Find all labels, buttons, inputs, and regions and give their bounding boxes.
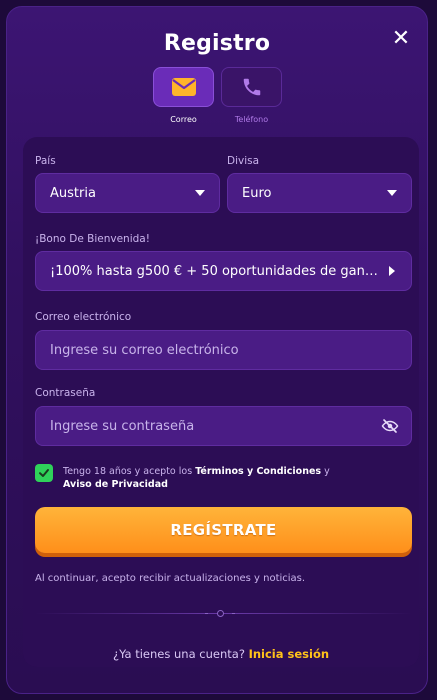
chevron-down-icon bbox=[195, 190, 205, 196]
terms-checkbox[interactable] bbox=[35, 464, 53, 482]
chevron-right-icon bbox=[389, 266, 395, 276]
tab-email[interactable] bbox=[153, 67, 214, 107]
tab-phone-label: Teléfono bbox=[234, 115, 269, 124]
login-question: ¿Ya tienes una cuenta? bbox=[112, 647, 245, 661]
country-select[interactable]: Austria bbox=[35, 173, 220, 213]
checkmark-icon bbox=[39, 469, 49, 477]
password-field[interactable]: Ingrese su contraseña bbox=[35, 406, 412, 446]
register-button[interactable]: REGÍSTRATE bbox=[35, 507, 412, 553]
currency-value: Euro bbox=[242, 185, 272, 201]
bonus-select[interactable]: ¡100% hasta g500 € + 50 oportunidades de… bbox=[35, 251, 412, 291]
currency-label: Divisa bbox=[227, 155, 260, 167]
divider-ornament bbox=[205, 609, 235, 618]
password-label: Contraseña bbox=[35, 387, 96, 399]
email-label: Correo electrónico bbox=[35, 311, 132, 323]
terms-text-before: Tengo 18 años y acepto los bbox=[63, 466, 196, 477]
registration-form: País Austria Divisa Euro ¡Bono De Bienve… bbox=[23, 137, 419, 667]
terms-link[interactable]: Términos y Condiciones bbox=[195, 466, 321, 477]
close-icon[interactable]: ✕ bbox=[391, 28, 411, 50]
tab-email-label: Correo bbox=[170, 115, 197, 124]
registration-modal: Registro ✕ Correo Teléfono País Austria … bbox=[6, 6, 428, 694]
privacy-link[interactable]: Aviso de Privacidad bbox=[63, 479, 168, 490]
updates-notice: Al continuar, acepto recibir actualizaci… bbox=[35, 573, 306, 584]
modal-title: Registro bbox=[163, 31, 271, 56]
phone-icon bbox=[243, 78, 260, 96]
terms-text-middle: y bbox=[321, 466, 330, 477]
login-link[interactable]: Inicia sesión bbox=[249, 647, 329, 661]
email-field[interactable]: Ingrese su correo electrónico bbox=[35, 330, 412, 370]
country-label: País bbox=[35, 155, 56, 167]
country-value: Austria bbox=[50, 185, 96, 201]
login-row: ¿Ya tienes una cuenta? Inicia sesión bbox=[23, 647, 419, 661]
tab-phone[interactable] bbox=[221, 67, 282, 107]
eye-off-icon[interactable] bbox=[381, 417, 399, 435]
bonus-value: ¡100% hasta g500 € + 50 oportunidades de… bbox=[50, 263, 383, 279]
chevron-down-icon bbox=[387, 190, 397, 196]
password-placeholder: Ingrese su contraseña bbox=[50, 418, 195, 434]
bonus-label: ¡Bono De Bienvenida! bbox=[35, 233, 150, 245]
terms-text: Tengo 18 años y acepto los Términos y Co… bbox=[63, 465, 393, 491]
envelope-icon bbox=[171, 78, 196, 96]
email-placeholder: Ingrese su correo electrónico bbox=[50, 342, 239, 358]
currency-select[interactable]: Euro bbox=[227, 173, 412, 213]
method-tabs: Correo Teléfono bbox=[153, 67, 283, 129]
